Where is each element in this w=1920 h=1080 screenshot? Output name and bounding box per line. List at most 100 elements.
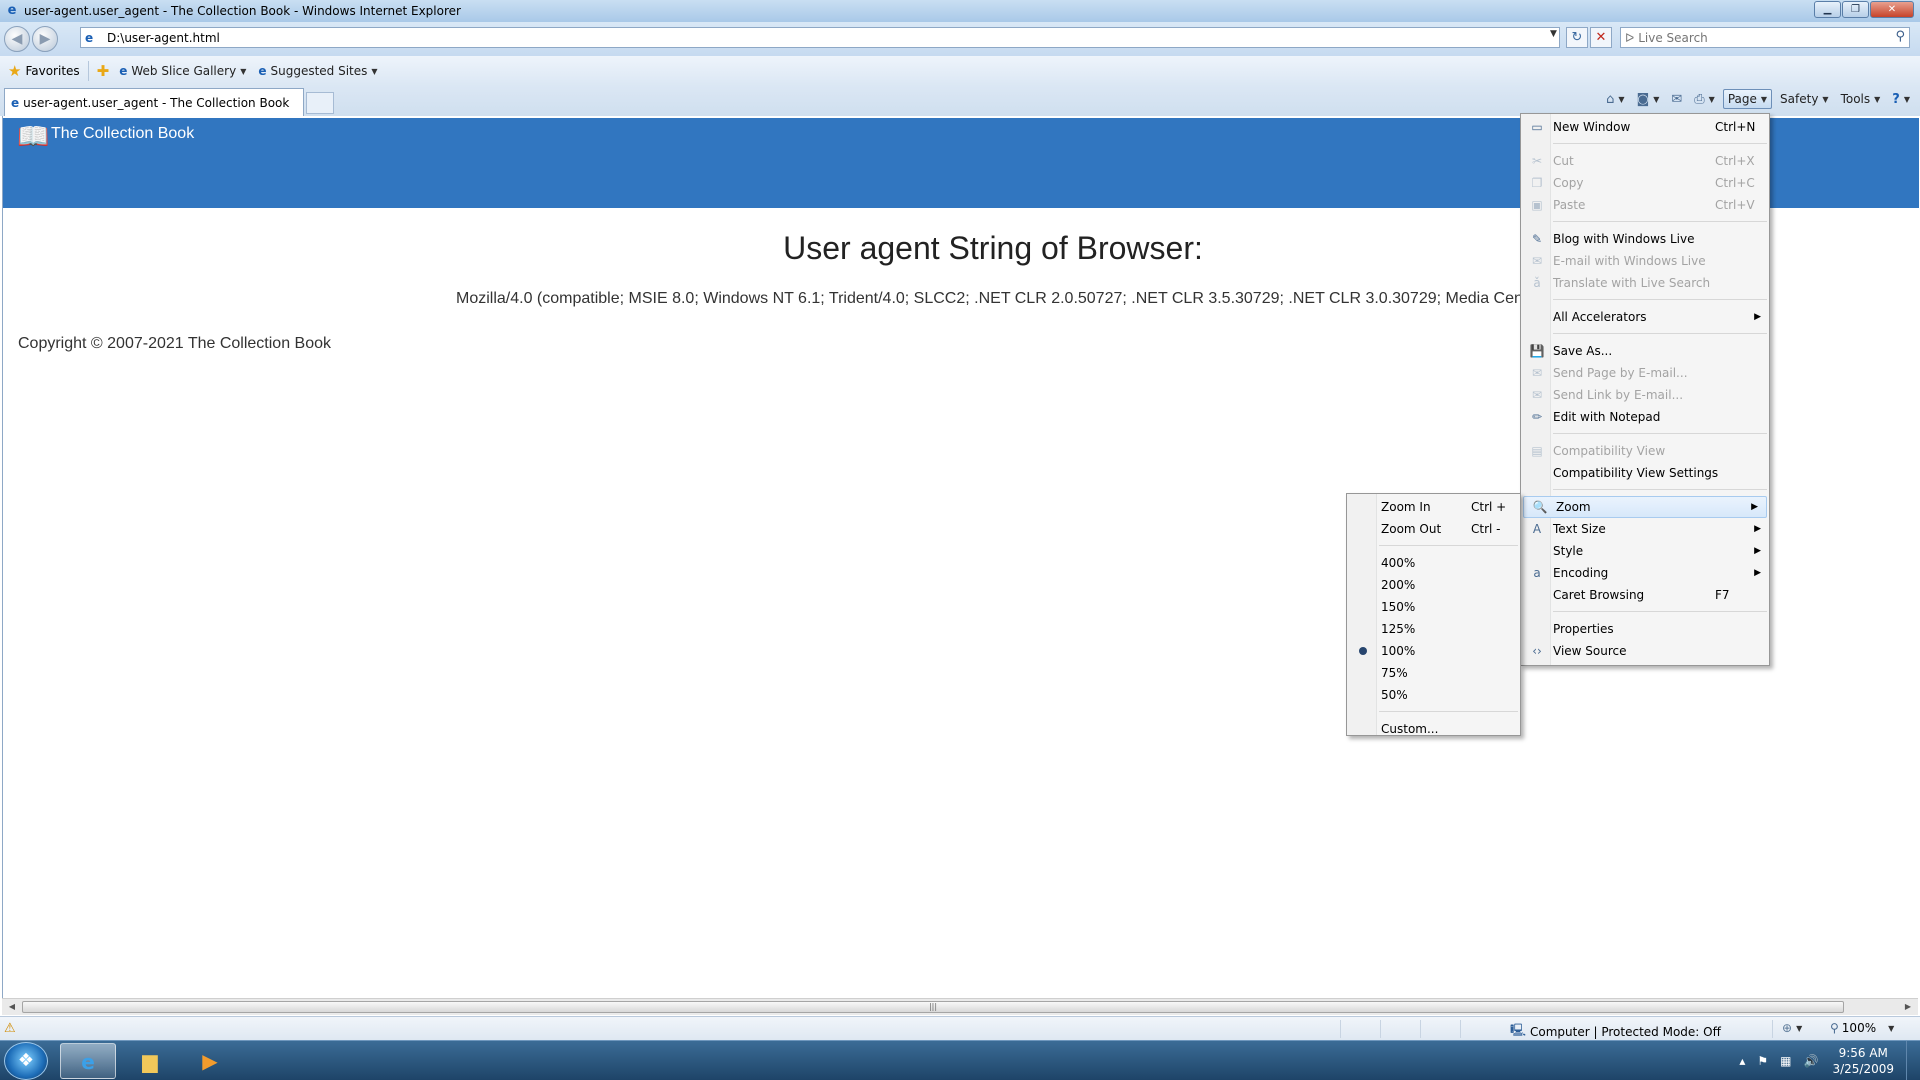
refresh-button[interactable]: ↻ <box>1566 27 1588 48</box>
menu-item-email-live[interactable]: ✉ E-mail with Windows Live <box>1521 250 1769 272</box>
menu-item-send-page[interactable]: ✉ Send Page by E-mail... <box>1521 362 1769 384</box>
action-center-flag-icon[interactable]: ⚑ <box>1757 1054 1768 1068</box>
clock-date: 3/25/2009 <box>1832 1062 1894 1076</box>
search-box[interactable]: ᐅ ⚲ <box>1620 27 1910 48</box>
maximize-button[interactable]: ❐ <box>1842 1 1869 18</box>
new-tab-button[interactable] <box>306 92 334 114</box>
divider <box>1380 1020 1381 1038</box>
taskbar-explorer[interactable]: ▆ <box>122 1043 178 1079</box>
menu-item-zoom-in[interactable]: Zoom In Ctrl + <box>1347 496 1520 518</box>
taskbar: ❖ e ▆ ▶ ▴ ⚑ ▦ 🔊 9:56 AM 3/25/2009 <box>0 1040 1920 1080</box>
tools-menu-button[interactable]: Tools ▼ <box>1837 90 1885 108</box>
chevron-down-icon: ▼ <box>1618 94 1625 104</box>
favorites-button[interactable]: ★ Favorites <box>8 62 80 80</box>
scroll-right-icon[interactable]: ▶ <box>1900 1000 1916 1014</box>
blog-icon: ✎ <box>1531 232 1543 246</box>
zoom-status-button[interactable]: ⚲ 100% ▼ <box>1830 1021 1894 1035</box>
start-button[interactable]: ❖ <box>4 1042 48 1080</box>
print-button[interactable]: ⎙ ▼ <box>1690 90 1719 109</box>
menu-item-paste[interactable]: ▣ Paste Ctrl+V <box>1521 194 1769 216</box>
menu-item-compat-settings[interactable]: Compatibility View Settings <box>1521 462 1769 484</box>
menu-item-properties[interactable]: Properties <box>1521 618 1769 640</box>
network-icon[interactable]: ▦ <box>1780 1054 1791 1068</box>
menu-item-zoom-100[interactable]: 100% <box>1347 640 1520 662</box>
menu-item-zoom[interactable]: 🔍 Zoom ▶ <box>1523 496 1767 518</box>
copy-icon: ❐ <box>1531 176 1543 190</box>
back-button[interactable]: ◀ <box>4 26 30 52</box>
copyright-text: Copyright © 2007-2021 The Collection Boo… <box>18 335 332 352</box>
menu-item-style[interactable]: Style ▶ <box>1521 540 1769 562</box>
scissors-icon: ✂ <box>1531 154 1543 168</box>
page-icon: e <box>85 30 94 45</box>
mail-icon: ✉ <box>1671 91 1683 107</box>
menu-item-translate[interactable]: ǎ Translate with Live Search <box>1521 272 1769 294</box>
menu-item-edit-notepad[interactable]: ✏ Edit with Notepad <box>1521 406 1769 428</box>
menu-item-zoom-400[interactable]: 400% <box>1347 552 1520 574</box>
ie-page-icon: e <box>11 95 20 110</box>
menu-item-compat-view[interactable]: ▤ Compatibility View <box>1521 440 1769 462</box>
tab-active[interactable]: e user-agent.user_agent - The Collection… <box>4 88 304 116</box>
chevron-down-icon: ▼ <box>1796 1023 1803 1033</box>
menu-item-zoom-200[interactable]: 200% <box>1347 574 1520 596</box>
chevron-down-icon: ▼ <box>371 66 378 76</box>
home-button[interactable]: ⌂ ▼ <box>1602 90 1628 109</box>
taskbar-internet-explorer[interactable]: e <box>60 1043 116 1079</box>
divider <box>1772 1020 1773 1038</box>
clock[interactable]: 9:56 AM 3/25/2009 <box>1832 1045 1894 1077</box>
protected-mode-button[interactable]: ⊕ ▼ <box>1782 1021 1802 1035</box>
menu-item-zoom-150[interactable]: 150% <box>1347 596 1520 618</box>
read-mail-button[interactable]: ✉ <box>1667 90 1686 109</box>
chevron-down-icon: ▼ <box>1760 94 1768 104</box>
security-zone[interactable]: 🖳 Computer | Protected Mode: Off <box>1510 1021 1721 1042</box>
menu-item-view-source[interactable]: ‹› View Source <box>1521 640 1769 662</box>
search-input[interactable] <box>1638 30 1869 45</box>
menu-item-text-size[interactable]: A Text Size ▶ <box>1521 518 1769 540</box>
submenu-arrow-icon: ▶ <box>1754 524 1761 534</box>
forward-button[interactable]: ▶ <box>32 26 58 52</box>
menu-item-zoom-out[interactable]: Zoom Out Ctrl - <box>1347 518 1520 540</box>
mail-link-icon: ✉ <box>1531 388 1543 402</box>
menu-item-zoom-custom[interactable]: Custom... <box>1347 718 1520 740</box>
menu-item-save-as[interactable]: 💾 Save As... <box>1521 340 1769 362</box>
menu-item-cut[interactable]: ✂ Cut Ctrl+X <box>1521 150 1769 172</box>
media-player-icon: ▶ <box>202 1049 218 1073</box>
taskbar-media-player[interactable]: ▶ <box>182 1043 238 1079</box>
feeds-button[interactable]: ◙ ▼ <box>1633 90 1664 109</box>
volume-icon[interactable]: 🔊 <box>1804 1054 1819 1068</box>
magnifier-icon: ⚲ <box>1830 1021 1839 1035</box>
menu-item-zoom-50[interactable]: 50% <box>1347 684 1520 706</box>
page-menu-button[interactable]: Page ▼ <box>1722 89 1773 109</box>
close-button[interactable]: ✕ <box>1870 1 1914 18</box>
menu-separator <box>1521 294 1769 306</box>
address-input[interactable] <box>107 30 1507 45</box>
suggested-sites-link[interactable]: e Suggested Sites ▼ <box>258 64 377 78</box>
stop-button[interactable]: ✕ <box>1590 27 1612 48</box>
menu-item-new-window[interactable]: ▭ New Window Ctrl+N <box>1521 116 1769 138</box>
safety-menu-button[interactable]: Safety ▼ <box>1776 90 1833 108</box>
show-hidden-icons[interactable]: ▴ <box>1739 1054 1745 1068</box>
source-code-icon: ‹› <box>1532 644 1542 658</box>
menu-item-encoding[interactable]: a Encoding ▶ <box>1521 562 1769 584</box>
menu-item-copy[interactable]: ❐ Copy Ctrl+C <box>1521 172 1769 194</box>
menu-item-all-accelerators[interactable]: All Accelerators ▶ <box>1521 306 1769 328</box>
search-icon[interactable]: ⚲ <box>1895 29 1905 44</box>
menu-item-blog[interactable]: ✎ Blog with Windows Live <box>1521 228 1769 250</box>
add-favorite-icon[interactable]: ✚ <box>97 62 110 80</box>
scroll-left-icon[interactable]: ◀ <box>4 1000 20 1014</box>
menu-separator <box>1347 540 1520 552</box>
address-dropdown-icon[interactable]: ▼ <box>1550 29 1557 39</box>
tools-menu-label: Tools <box>1840 92 1871 106</box>
safety-menu-label: Safety <box>1780 92 1819 106</box>
show-desktop-button[interactable] <box>1906 1041 1920 1080</box>
horizontal-scrollbar[interactable]: ◀ ||| ▶ <box>2 998 1918 1015</box>
scrollbar-thumb[interactable]: ||| <box>22 1001 1844 1013</box>
menu-item-zoom-125[interactable]: 125% <box>1347 618 1520 640</box>
menu-item-caret-browsing[interactable]: Caret Browsing F7 <box>1521 584 1769 606</box>
menu-item-zoom-75[interactable]: 75% <box>1347 662 1520 684</box>
address-bar[interactable]: e <box>80 27 1560 48</box>
menu-item-send-link[interactable]: ✉ Send Link by E-mail... <box>1521 384 1769 406</box>
help-button[interactable]: ? ▼ <box>1888 90 1914 109</box>
minimize-button[interactable]: ▁ <box>1814 1 1841 18</box>
site-title[interactable]: The Collection Book <box>51 125 194 143</box>
web-slice-gallery-link[interactable]: e Web Slice Gallery ▼ <box>119 64 246 78</box>
